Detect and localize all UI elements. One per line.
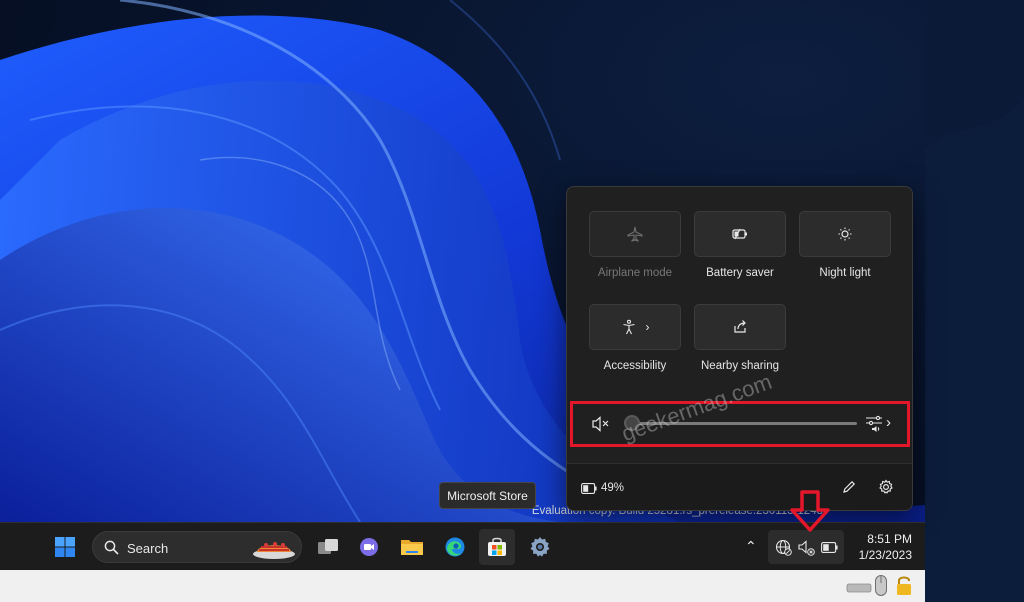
night-light-icon: [838, 227, 852, 241]
quick-settings-footer: 49%: [567, 463, 912, 510]
battery-saver-tile[interactable]: [694, 211, 786, 257]
airplane-icon: [627, 226, 643, 242]
taskbar-search-box[interactable]: Search: [92, 531, 302, 563]
red-arrow-annotation: [790, 490, 830, 532]
airplane-mode-tile[interactable]: [589, 211, 681, 257]
edge-button[interactable]: [437, 529, 473, 565]
battery-saver-icon: [732, 228, 747, 240]
clock-date[interactable]: 1/23/2023: [844, 548, 912, 562]
network-globe-icon: [775, 539, 792, 556]
battery-tray-icon: [821, 542, 838, 553]
microsoft-store-icon: [488, 537, 506, 556]
file-explorer-icon: [401, 540, 423, 555]
all-settings-button[interactable]: [878, 479, 894, 500]
accessibility-label: Accessibility: [603, 360, 667, 372]
chevron-up-icon: ⌃: [745, 538, 757, 554]
microsoft-store-button[interactable]: [479, 529, 515, 565]
share-icon: [734, 320, 746, 333]
search-highlight-pie-icon: [253, 542, 295, 559]
accessibility-tile[interactable]: ›: [589, 304, 681, 350]
start-button[interactable]: [47, 529, 83, 565]
gear-icon: [879, 479, 893, 494]
task-view-icon: [318, 539, 338, 554]
quick-settings-flyout: Airplane mode Battery saver Night light …: [566, 186, 913, 511]
settings-button[interactable]: [522, 529, 558, 565]
teams-chat-icon: [360, 538, 378, 556]
night-light-tile[interactable]: [799, 211, 891, 257]
night-light-label: Night light: [819, 267, 871, 279]
nearby-sharing-tile[interactable]: [694, 304, 786, 350]
start-icon: [55, 537, 75, 557]
clock-time[interactable]: 8:51 PM: [852, 532, 912, 546]
airplane-mode-label: Airplane mode: [597, 267, 673, 279]
search-icon: [104, 540, 119, 555]
search-label: Search: [127, 541, 169, 556]
taskbar: Search ⌃ 8:51 PM 1/23/2023: [0, 522, 925, 570]
mouse-icon: [875, 575, 887, 596]
edit-quick-settings-button[interactable]: [841, 479, 857, 500]
battery-icon: [581, 483, 597, 494]
accessibility-icon: [622, 319, 635, 335]
chevron-right-icon: ›: [645, 320, 650, 334]
task-view-button[interactable]: [310, 529, 346, 565]
system-tray-group[interactable]: [768, 530, 844, 564]
nearby-sharing-label: Nearby sharing: [701, 360, 779, 372]
settings-icon: [530, 537, 550, 557]
outer-background: [925, 0, 1024, 602]
keyboard-icon: [846, 583, 872, 593]
battery-percentage: 49%: [601, 482, 625, 494]
teams-chat-button[interactable]: [351, 529, 387, 565]
edge-icon: [445, 537, 465, 557]
file-explorer-button[interactable]: [394, 529, 430, 565]
pencil-icon: [843, 480, 856, 493]
microsoft-store-tooltip: Microsoft Store: [439, 482, 536, 509]
battery-saver-label: Battery saver: [706, 267, 774, 279]
outer-background-art: [925, 100, 1024, 602]
show-hidden-icons-button[interactable]: ⌃: [745, 538, 757, 555]
host-status-bar: [0, 570, 925, 602]
volume-muted-tray-icon: [798, 540, 815, 556]
lock-icon: [897, 576, 911, 595]
